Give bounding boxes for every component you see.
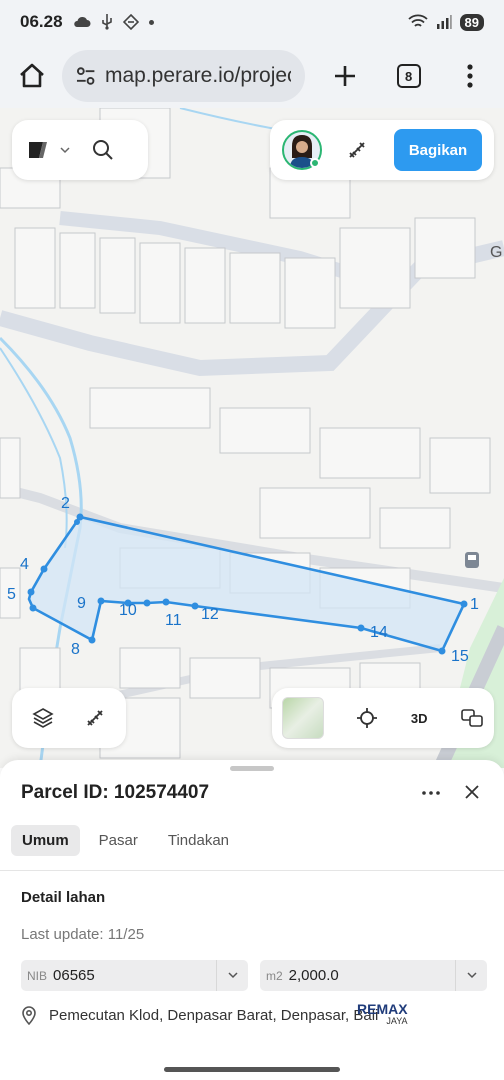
vertex-label: 2 — [61, 495, 70, 512]
vertex-label: 15 — [451, 648, 469, 665]
area-field[interactable]: m2 2,000.0 — [260, 960, 487, 991]
nib-value: 06565 — [53, 967, 95, 984]
address-bar[interactable]: map.perare.io/projec — [61, 50, 306, 102]
vertex-label: 1 — [470, 596, 479, 613]
gesture-nav-bar[interactable] — [164, 1067, 340, 1072]
cloud-icon — [73, 16, 91, 27]
parcel-tabs: Umum Pasar Tindakan — [11, 825, 240, 856]
nib-dropdown[interactable] — [216, 960, 248, 991]
new-tab-button[interactable] — [323, 54, 367, 98]
map-toolbar-bottom-right: 3D — [272, 688, 494, 748]
map-toolbar-bottom-left — [12, 688, 126, 748]
nib-field[interactable]: NIB 06565 — [21, 960, 248, 991]
share-button-label: Bagikan — [408, 141, 468, 159]
dot-icon — [148, 19, 154, 25]
plus-icon — [335, 66, 356, 86]
locate-me-icon[interactable] — [356, 707, 378, 729]
remax-watermark: REMAX JAYA — [357, 1001, 408, 1026]
divider — [0, 870, 504, 871]
usb-icon — [101, 14, 112, 30]
tab-switcher-button[interactable]: 8 — [387, 54, 431, 98]
section-title: Detail lahan — [21, 889, 106, 906]
map-canvas[interactable]: 1 2 4 5 8 9 10 11 12 14 15 G Bagikan 3D — [0, 108, 504, 768]
battery-indicator: 89 — [459, 13, 484, 31]
vertex-label: 4 — [20, 556, 29, 573]
map-base — [0, 108, 504, 768]
close-button[interactable] — [458, 778, 486, 806]
status-time: 06.28 — [20, 12, 63, 31]
vertex-label: 14 — [370, 624, 388, 641]
chevron-down-icon — [466, 972, 477, 979]
compare-icon[interactable] — [460, 707, 484, 729]
vertex-label: 11 — [165, 612, 182, 629]
parcel-title: Parcel ID: 102574407 — [21, 782, 210, 803]
app-notification-icon — [122, 14, 139, 30]
area-unit: m2 — [266, 968, 283, 983]
search-icon[interactable] — [92, 139, 114, 161]
wifi-icon — [407, 14, 428, 27]
area-dropdown[interactable] — [455, 960, 487, 991]
vertex-label: 5 — [7, 586, 16, 603]
location-pin-icon — [22, 1006, 36, 1025]
vertex-label: 9 — [77, 595, 86, 612]
last-update: Last update: 11/25 — [21, 926, 145, 943]
close-icon — [465, 785, 479, 799]
site-settings-icon[interactable] — [76, 67, 95, 85]
nib-prefix: NIB — [27, 968, 48, 983]
vertex-label: 12 — [201, 606, 219, 623]
more-horizontal-icon — [422, 791, 440, 795]
sheet-drag-handle[interactable] — [230, 766, 274, 771]
vertex-label: 10 — [119, 602, 137, 619]
logo-icon — [29, 142, 47, 158]
area-value: 2,000.0 — [288, 967, 339, 984]
online-status-dot — [310, 158, 320, 168]
signal-icon — [436, 15, 452, 29]
tab-count: 8 — [396, 64, 421, 88]
vertex-label: 8 — [71, 641, 80, 658]
view-3d-button[interactable]: 3D — [411, 711, 428, 726]
measure-tool-icon[interactable] — [346, 139, 368, 161]
layers-icon[interactable] — [32, 707, 54, 729]
home-icon — [19, 63, 44, 88]
address-text: Pemecutan Klod, Denpasar Barat, Denpasar… — [49, 1006, 379, 1024]
url-text: map.perare.io/projec — [104, 64, 292, 87]
tab-pasar[interactable]: Pasar — [88, 825, 149, 856]
kebab-menu-icon — [467, 64, 473, 88]
home-button[interactable] — [12, 56, 52, 96]
address-row: Pemecutan Klod, Denpasar Barat, Denpasar… — [21, 1005, 378, 1025]
ruler-icon[interactable] — [84, 707, 106, 729]
street-label: G — [490, 244, 503, 261]
chevron-down-icon — [227, 972, 238, 979]
chevron-down-icon — [60, 147, 70, 154]
tab-umum[interactable]: Umum — [11, 825, 80, 856]
browser-toolbar: map.perare.io/projec 8 — [0, 44, 504, 108]
project-logo-button[interactable] — [26, 139, 70, 161]
more-options-button[interactable] — [418, 780, 444, 806]
tab-tindakan[interactable]: Tindakan — [157, 825, 240, 856]
parcel-sheet: Parcel ID: 102574407 Umum Pasar Tindakan… — [0, 760, 504, 1080]
basemap-thumbnail-button[interactable] — [282, 697, 324, 739]
status-bar: 06.28 89 — [0, 0, 504, 44]
map-toolbar-right: Bagikan — [270, 120, 494, 180]
share-button[interactable]: Bagikan — [394, 129, 482, 171]
browser-menu-button[interactable] — [448, 54, 492, 98]
map-toolbar-left — [12, 120, 148, 180]
